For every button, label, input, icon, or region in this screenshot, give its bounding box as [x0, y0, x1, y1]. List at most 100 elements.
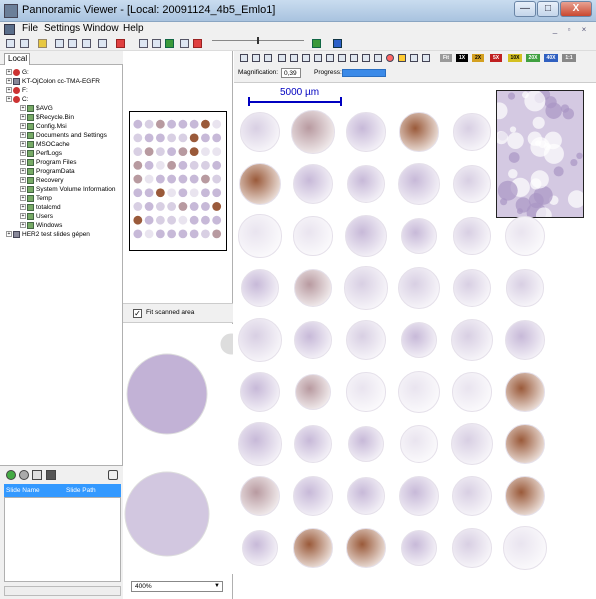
remove-slide-icon[interactable]: [19, 470, 29, 480]
expand-icon[interactable]: +: [20, 123, 26, 130]
tree-item[interactable]: + MSOCache: [20, 140, 70, 149]
tree-item[interactable]: + Users: [20, 212, 53, 221]
marker-icon[interactable]: [193, 39, 202, 48]
menu-help[interactable]: Help: [123, 23, 144, 34]
tile-icon[interactable]: [139, 39, 148, 48]
mag-fit-button[interactable]: Fit: [440, 54, 452, 62]
zoom-slider-thumb[interactable]: [257, 37, 259, 44]
expand-icon[interactable]: +: [20, 150, 26, 157]
expand-icon[interactable]: +: [6, 87, 12, 94]
tree-item[interactable]: + Temp: [20, 194, 52, 203]
expand-icon[interactable]: +: [20, 168, 26, 175]
layout-icon[interactable]: [55, 39, 64, 48]
polygon-icon[interactable]: [314, 54, 322, 62]
rotate-icon[interactable]: [312, 39, 321, 48]
export-icon[interactable]: [46, 470, 56, 480]
tree-item[interactable]: + Program Files: [20, 158, 76, 167]
mdi-minimize-button[interactable]: _: [549, 24, 561, 35]
slide-list[interactable]: [4, 497, 121, 582]
expand-icon[interactable]: +: [20, 105, 26, 112]
document-icon[interactable]: [4, 24, 15, 35]
camera-icon[interactable]: [350, 54, 358, 62]
horizontal-scrollbar[interactable]: [4, 586, 121, 596]
slide-icon[interactable]: [20, 39, 29, 48]
mag-2x-button[interactable]: 2X: [472, 54, 484, 62]
tree-item[interactable]: + $Recycle.Bin: [20, 113, 74, 122]
tree-item[interactable]: + ProgramData: [20, 167, 75, 176]
collapse-icon[interactable]: [108, 470, 118, 480]
export-image-icon[interactable]: [374, 54, 382, 62]
expand-icon[interactable]: +: [20, 186, 26, 193]
mag-10x-button[interactable]: 10X: [508, 54, 522, 62]
expand-icon[interactable]: +: [20, 132, 26, 139]
tree-item[interactable]: + PerfLogs: [20, 149, 62, 158]
close-button[interactable]: X: [560, 1, 592, 17]
expand-icon[interactable]: +: [6, 96, 12, 103]
sync-icon[interactable]: [180, 39, 189, 48]
tab-local[interactable]: Local: [4, 53, 30, 65]
pencil-icon[interactable]: [398, 54, 406, 62]
rectangle-icon[interactable]: [302, 54, 310, 62]
mag-20x-button[interactable]: 20X: [526, 54, 540, 62]
tree-item[interactable]: + Windows: [20, 221, 62, 230]
slide-info-icon[interactable]: [240, 54, 248, 62]
play-icon[interactable]: [165, 39, 174, 48]
tree-item[interactable]: + $AVG: [20, 104, 53, 113]
column-slide-path[interactable]: Slide Path: [66, 484, 96, 497]
expand-icon[interactable]: +: [20, 141, 26, 148]
menu-window[interactable]: Window: [83, 23, 119, 34]
expand-icon[interactable]: +: [20, 114, 26, 121]
pan-icon[interactable]: [278, 54, 286, 62]
grid-icon[interactable]: [98, 39, 107, 48]
slide-thumbnail[interactable]: [129, 111, 227, 251]
fit-scanned-area-checkbox[interactable]: ✓: [133, 309, 142, 318]
tree-item[interactable]: + G:: [6, 68, 29, 77]
menu-settings[interactable]: Settings: [44, 23, 80, 34]
open-folder-icon[interactable]: [38, 39, 47, 48]
ruler-icon[interactable]: [290, 54, 298, 62]
expand-icon[interactable]: +: [20, 213, 26, 220]
properties-icon[interactable]: [32, 470, 42, 480]
tree-item[interactable]: + KT-OjColon cc-TMA-EGFR: [6, 77, 100, 86]
compare-icon[interactable]: [264, 54, 272, 62]
expand-icon[interactable]: +: [6, 69, 12, 76]
tree-item[interactable]: + totalcmd: [20, 203, 61, 212]
expand-icon[interactable]: +: [20, 159, 26, 166]
minimize-button[interactable]: —: [514, 1, 536, 17]
tree-toggle-icon[interactable]: [6, 39, 15, 48]
split-view-icon[interactable]: [68, 39, 77, 48]
slide-viewer[interactable]: 5000 µm: [234, 84, 596, 599]
search-icon[interactable]: [338, 54, 346, 62]
annotation-icon[interactable]: [333, 39, 342, 48]
mag-1x-button[interactable]: 1X: [456, 54, 468, 62]
record-icon[interactable]: [116, 39, 125, 48]
maximize-button[interactable]: □: [537, 1, 559, 17]
expand-icon[interactable]: +: [20, 177, 26, 184]
cascade-icon[interactable]: [152, 39, 161, 48]
info-icon[interactable]: [410, 54, 418, 62]
arrow-icon[interactable]: [326, 54, 334, 62]
column-slide-name[interactable]: Slide Name: [6, 484, 40, 497]
tree-item[interactable]: + System Volume Information: [20, 185, 115, 194]
snapshot-icon[interactable]: [252, 54, 260, 62]
mag-1to1-button[interactable]: 1:1: [562, 54, 576, 62]
add-slide-icon[interactable]: [6, 470, 16, 480]
zoom-detail-view[interactable]: [123, 324, 233, 574]
expand-icon[interactable]: +: [20, 222, 26, 229]
expand-icon[interactable]: +: [6, 78, 12, 85]
expand-icon[interactable]: +: [20, 204, 26, 211]
mdi-close-button[interactable]: ×: [578, 24, 590, 35]
menu-file[interactable]: File: [22, 23, 38, 34]
tree-item[interactable]: + Recovery: [20, 176, 63, 185]
magnifier-icon[interactable]: [422, 54, 430, 62]
expand-icon[interactable]: +: [6, 231, 12, 238]
gallery-icon[interactable]: [362, 54, 370, 62]
expand-icon[interactable]: +: [20, 195, 26, 202]
tree-item[interactable]: + Documents and Settings: [20, 131, 107, 140]
mdi-restore-button[interactable]: ▫: [563, 24, 575, 35]
tree-item[interactable]: + HER2 test slides gépen: [6, 230, 90, 239]
circle-icon[interactable]: [386, 54, 394, 62]
overview-inset[interactable]: [496, 90, 584, 218]
tree-item[interactable]: + F:: [6, 86, 28, 95]
magnification-field[interactable]: 0,39: [281, 68, 301, 78]
